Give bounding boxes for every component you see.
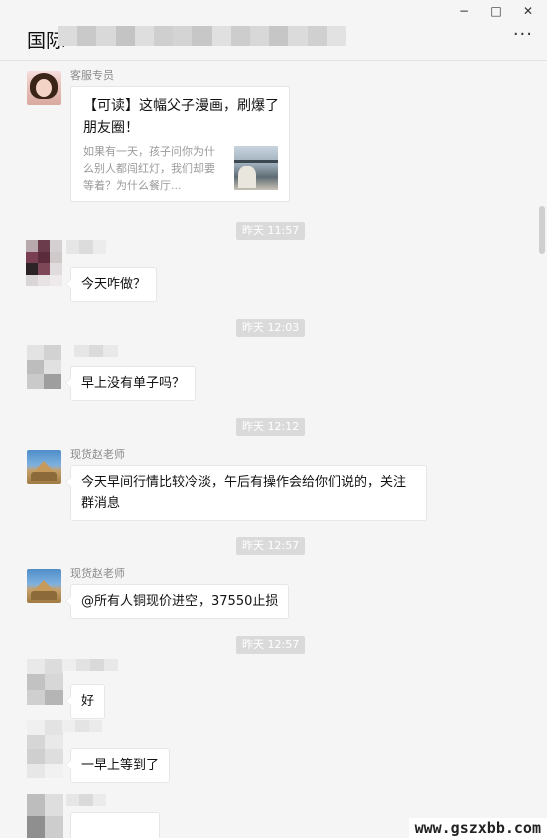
title-redaction <box>58 26 347 46</box>
avatar[interactable] <box>27 569 61 603</box>
timestamp: 昨天 12:57 <box>236 537 306 555</box>
article-title: 【可读】这幅父子漫画，刷爆了朋友圈！ <box>83 98 279 136</box>
sender-name: 现货赵老师 <box>70 448 125 461</box>
sender-name-redacted <box>66 794 106 806</box>
message-bubble[interactable]: 好 <box>64 684 106 719</box>
avatar[interactable] <box>27 450 61 484</box>
timestamp: 昨天 12:57 <box>236 636 306 654</box>
avatar[interactable] <box>26 240 62 286</box>
message-bubble[interactable]: 早上没有单子吗？ <box>64 366 197 401</box>
message-bubble[interactable]: 一早上等到了 <box>64 748 171 783</box>
article-thumbnail <box>234 146 278 190</box>
maximize-button[interactable]: □ <box>488 4 504 18</box>
avatar[interactable] <box>27 720 63 778</box>
message-bubble[interactable]: 今天咋做？ <box>64 267 158 302</box>
scrollbar-thumb[interactable] <box>539 206 545 254</box>
timestamp: 昨天 12:03 <box>236 319 306 337</box>
sender-name-redacted <box>62 659 118 671</box>
message-bubble[interactable] <box>70 812 160 838</box>
avatar[interactable] <box>27 659 63 705</box>
sender-name: 现货赵老师 <box>70 567 125 580</box>
timestamp: 昨天 12:12 <box>236 418 306 436</box>
timestamp: 昨天 11:57 <box>236 222 306 240</box>
sender-name-redacted <box>74 345 118 357</box>
title-bar: − □ ✕ 国际 ··· <box>0 0 547 61</box>
sender-name: 客服专员 <box>70 69 114 82</box>
more-options-button[interactable]: ··· <box>513 24 533 45</box>
sender-name-redacted <box>62 720 102 732</box>
avatar[interactable] <box>27 71 61 105</box>
avatar[interactable] <box>27 345 61 389</box>
avatar[interactable] <box>27 794 63 838</box>
message-bubble[interactable]: 今天早间行情比较冷淡，午后有操作会给你们说的，关注群消息 <box>65 465 427 521</box>
article-card[interactable]: 【可读】这幅父子漫画，刷爆了朋友圈！ 如果有一天，孩子问你为什么别人都闯红灯，我… <box>70 86 290 202</box>
close-button[interactable]: ✕ <box>520 4 536 18</box>
message-bubble[interactable]: @所有人铜现价进空，37550止损 <box>64 584 290 619</box>
sender-name-redacted <box>66 240 106 254</box>
minimize-button[interactable]: − <box>456 4 472 18</box>
article-description: 如果有一天，孩子问你为什么别人都闯红灯，我们却要等着？为什么餐厅... <box>83 145 215 192</box>
watermark: www.gszxbb.com <box>408 818 547 838</box>
chat-history[interactable]: 客服专员 【可读】这幅父子漫画，刷爆了朋友圈！ 如果有一天，孩子问你为什么别人都… <box>0 61 547 838</box>
